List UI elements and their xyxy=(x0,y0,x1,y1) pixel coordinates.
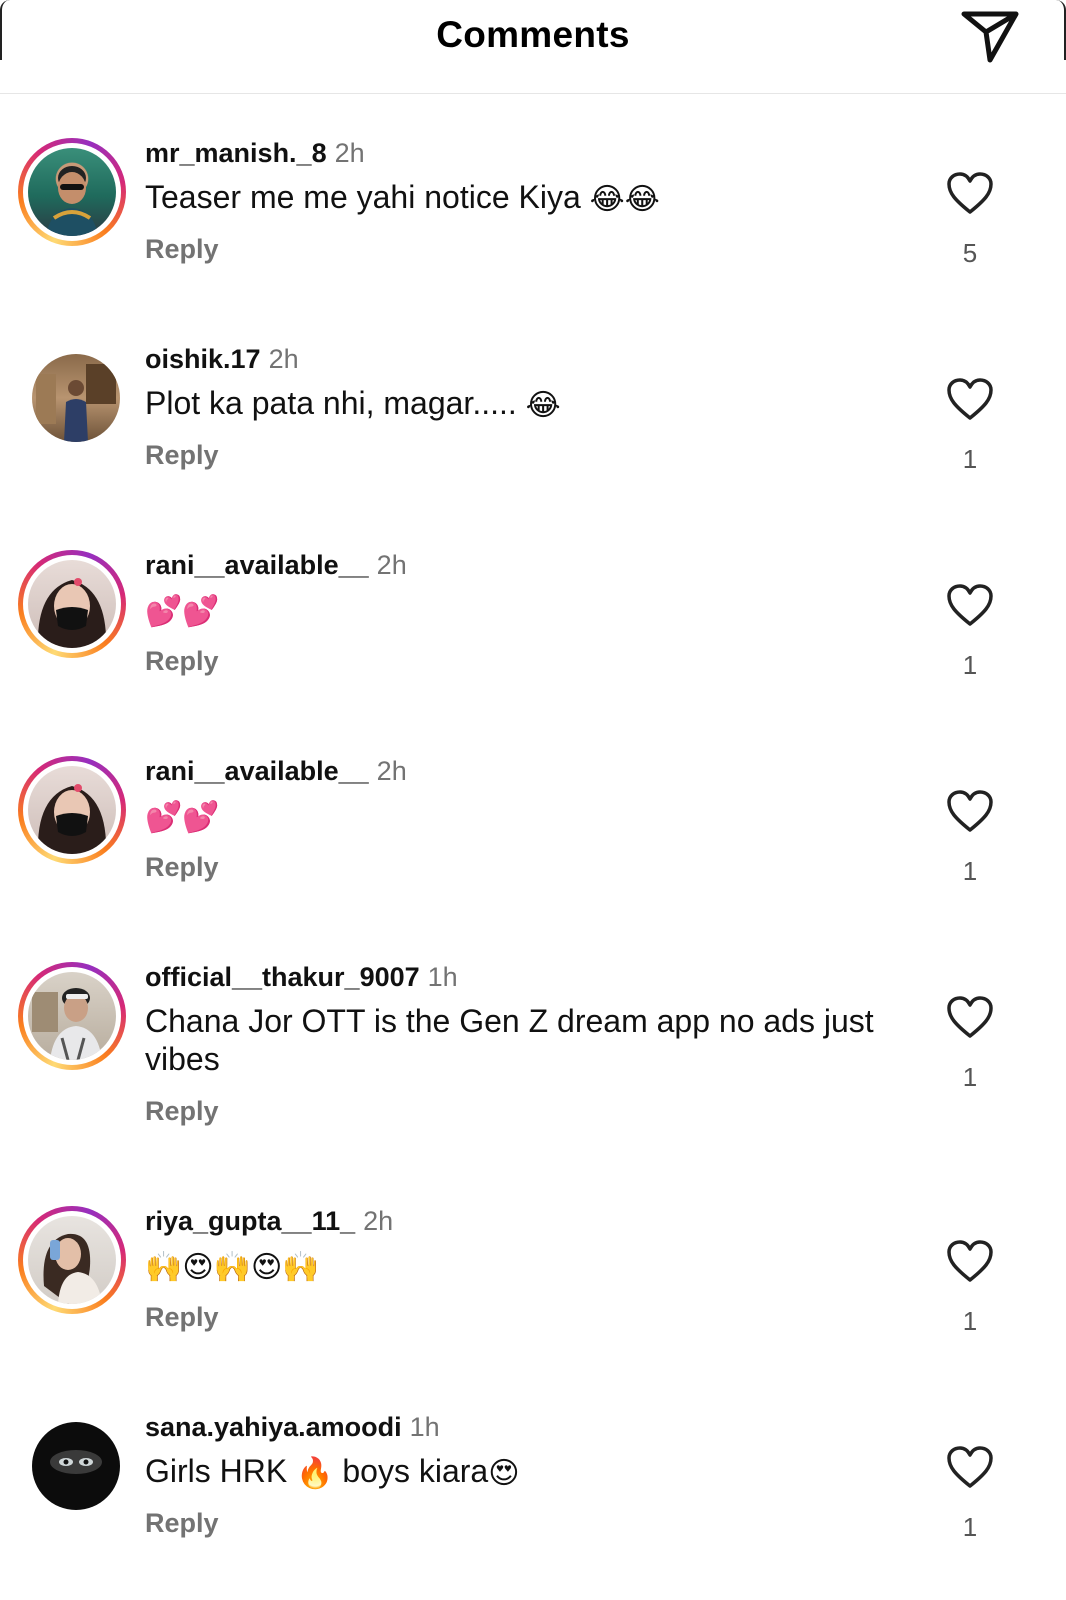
heart-icon xyxy=(947,1240,993,1282)
reply-button[interactable]: Reply xyxy=(145,234,219,265)
reply-button[interactable]: Reply xyxy=(145,440,219,471)
like-button[interactable] xyxy=(945,1238,995,1284)
avatar-wrapper[interactable] xyxy=(18,1412,126,1520)
timestamp: 2h xyxy=(268,344,299,374)
timestamp: 1h xyxy=(427,962,458,992)
comment-text: Teaser me me yahi notice Kiya 😂😂 xyxy=(145,178,875,219)
comment-text: 🙌😍🙌😍🙌 xyxy=(145,1246,875,1287)
timestamp: 2h xyxy=(376,756,407,786)
comments-header: Comments xyxy=(0,0,1066,94)
comment-meta: rani__available__ 2h xyxy=(145,756,407,787)
comment-meta: rani__available__ 2h xyxy=(145,550,407,581)
avatar xyxy=(32,354,120,442)
like-count: 1 xyxy=(962,1512,978,1542)
like-button[interactable] xyxy=(945,1444,995,1490)
timestamp: 1h xyxy=(409,1412,440,1442)
like-count: 5 xyxy=(962,238,978,268)
laughing-emoji: 😂😂 xyxy=(589,181,660,217)
comment-text: 💕💕 xyxy=(145,796,875,837)
avatar xyxy=(28,972,116,1060)
heart-icon xyxy=(947,172,993,214)
username-link[interactable]: official__thakur_9007 xyxy=(145,962,420,992)
like-count: 1 xyxy=(962,444,978,474)
comment-body: Plot ka pata nhi, magar..... xyxy=(145,385,526,421)
like-button[interactable] xyxy=(945,994,995,1040)
reply-button[interactable]: Reply xyxy=(145,1096,219,1127)
like-count: 1 xyxy=(962,1306,978,1336)
comment-text: Plot ka pata nhi, magar..... 😂 xyxy=(145,384,875,425)
timestamp: 2h xyxy=(363,1206,394,1236)
avatar-story-ring[interactable] xyxy=(18,138,126,246)
like-count: 1 xyxy=(962,650,978,680)
page-title: Comments xyxy=(436,14,630,55)
heart-icon xyxy=(947,996,993,1038)
like-button[interactable] xyxy=(945,170,995,216)
avatar-story-ring[interactable] xyxy=(18,962,126,1070)
avatar-story-ring[interactable] xyxy=(18,1206,126,1314)
comment-body-continued: boys kiara xyxy=(333,1453,489,1489)
heart-eyes-emoji: 😍 xyxy=(488,1455,520,1491)
avatar xyxy=(28,560,116,648)
comment-body: Chana Jor OTT is the Gen Z dream app no … xyxy=(145,1003,874,1077)
two-hearts-emoji: 💕💕 xyxy=(145,799,220,835)
avatar-wrapper[interactable] xyxy=(18,344,126,452)
heart-icon xyxy=(947,790,993,832)
reply-button[interactable]: Reply xyxy=(145,646,219,677)
reply-button[interactable]: Reply xyxy=(145,1302,219,1333)
like-button[interactable] xyxy=(945,376,995,422)
comment-body: Teaser me me yahi notice Kiya xyxy=(145,179,590,215)
comment-text: Girls HRK 🔥 boys kiara😍 xyxy=(145,1452,875,1493)
comment-text: 💕💕 xyxy=(145,590,875,631)
timestamp: 2h xyxy=(334,138,365,168)
comment-text: Chana Jor OTT is the Gen Z dream app no … xyxy=(145,1002,875,1078)
avatar xyxy=(28,766,116,854)
comment-meta: official__thakur_9007 1h xyxy=(145,962,458,993)
raising-hands-heart-eyes-emoji: 🙌😍🙌😍🙌 xyxy=(145,1249,320,1285)
like-count: 1 xyxy=(962,1062,978,1092)
reply-button[interactable]: Reply xyxy=(145,1508,219,1539)
avatar xyxy=(32,1422,120,1510)
username-link[interactable]: rani__available__ xyxy=(145,550,369,580)
avatar xyxy=(28,1216,116,1304)
username-link[interactable]: riya_gupta__11_ xyxy=(145,1206,355,1236)
paper-plane-icon xyxy=(961,11,1019,63)
comment-meta: mr_manish._8 2h xyxy=(145,138,365,169)
avatar xyxy=(28,148,116,236)
two-hearts-emoji: 💕💕 xyxy=(145,593,220,629)
like-button[interactable] xyxy=(945,582,995,628)
share-button[interactable] xyxy=(958,6,1022,68)
heart-icon xyxy=(947,378,993,420)
timestamp: 2h xyxy=(376,550,407,580)
comment-meta: oishik.17 2h xyxy=(145,344,299,375)
like-count: 1 xyxy=(962,856,978,886)
heart-icon xyxy=(947,1446,993,1488)
comment-body: Girls HRK xyxy=(145,1453,297,1489)
fire-emoji: 🔥 xyxy=(296,1455,334,1491)
like-button[interactable] xyxy=(945,788,995,834)
avatar-story-ring[interactable] xyxy=(18,756,126,864)
avatar-story-ring[interactable] xyxy=(18,550,126,658)
reply-button[interactable]: Reply xyxy=(145,852,219,883)
laughing-emoji: 😂 xyxy=(525,387,561,423)
username-link[interactable]: rani__available__ xyxy=(145,756,369,786)
username-link[interactable]: sana.yahiya.amoodi xyxy=(145,1412,402,1442)
comment-meta: riya_gupta__11_ 2h xyxy=(145,1206,393,1237)
comment-meta: sana.yahiya.amoodi 1h xyxy=(145,1412,440,1443)
heart-icon xyxy=(947,584,993,626)
username-link[interactable]: oishik.17 xyxy=(145,344,261,374)
username-link[interactable]: mr_manish._8 xyxy=(145,138,327,168)
